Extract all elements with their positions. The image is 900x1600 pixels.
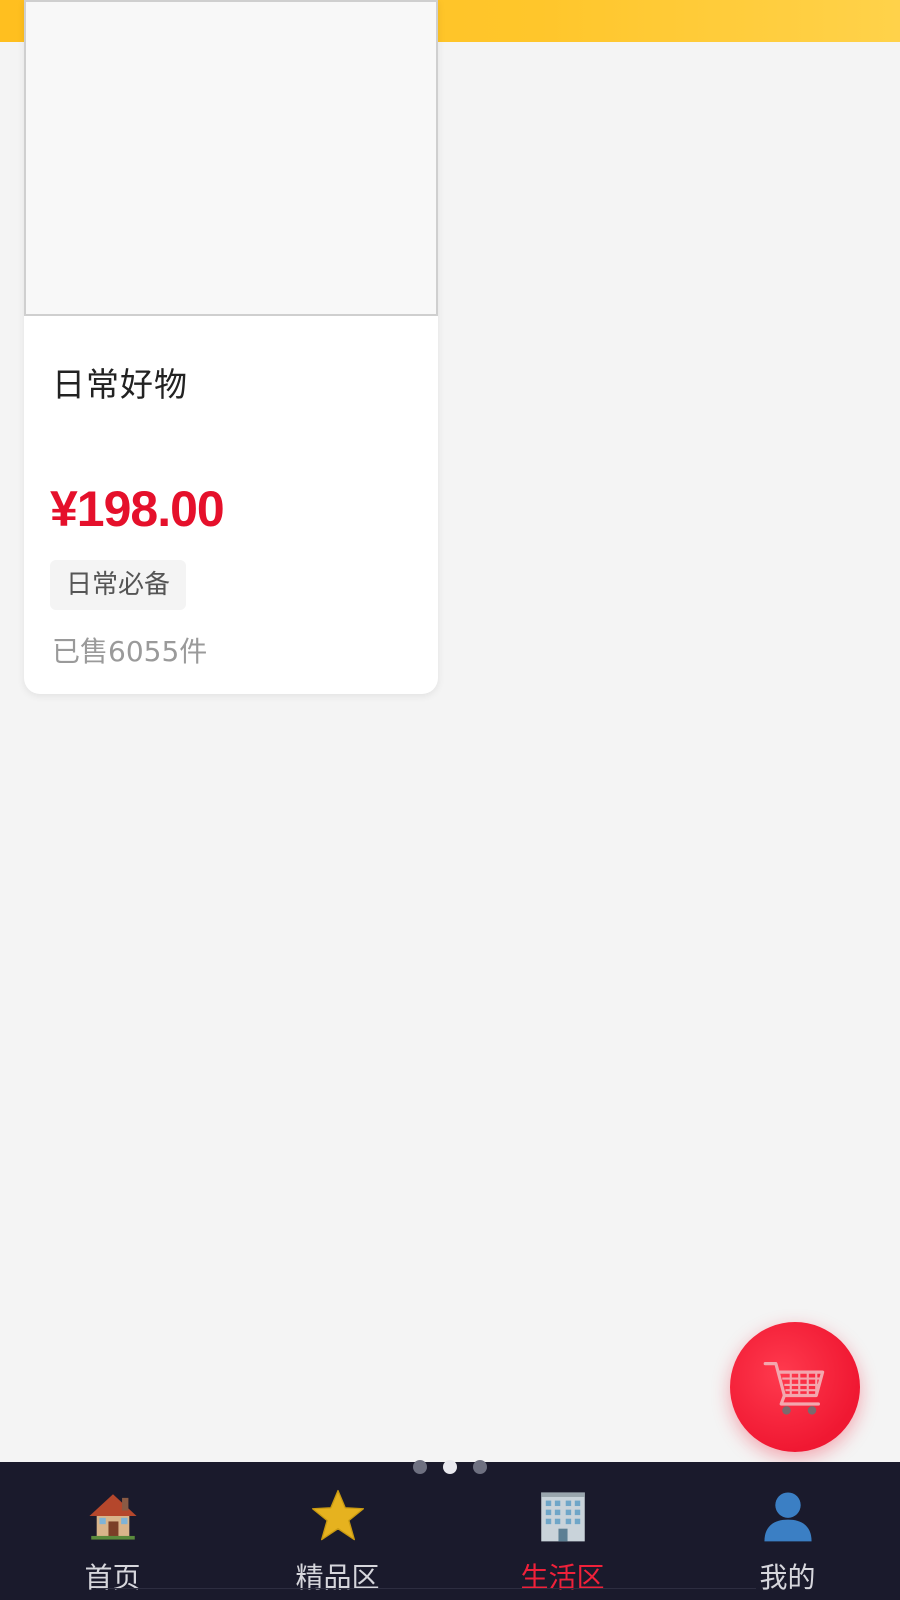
nav-item-life[interactable]: 生活区 bbox=[450, 1462, 675, 1600]
nav-item-me[interactable]: 我的 bbox=[675, 1462, 900, 1600]
product-card[interactable]: 日常好物 ¥198.00 日常必备 已售6055件 bbox=[24, 0, 438, 694]
page-dot-active[interactable] bbox=[443, 1460, 457, 1474]
product-sold-count: 已售6055件 bbox=[52, 635, 208, 668]
nav-label-me: 我的 bbox=[759, 1561, 816, 1594]
product-price: ¥198.00 bbox=[50, 481, 225, 537]
app-screen: 日常好物 ¥198.00 日常必备 已售6055件 首页 精品区 生活区 我的 bbox=[0, 0, 900, 1600]
home-indicator-strip bbox=[96, 1588, 756, 1600]
bottom-nav: 首页 精品区 生活区 我的 bbox=[0, 1462, 900, 1600]
shopping-cart-icon bbox=[763, 1362, 825, 1415]
product-tag: 日常必备 bbox=[50, 560, 187, 610]
house-icon bbox=[83, 1486, 143, 1546]
page-dot[interactable] bbox=[413, 1460, 427, 1474]
user-icon bbox=[758, 1486, 818, 1546]
nav-item-home[interactable]: 首页 bbox=[0, 1462, 225, 1600]
page-indicator bbox=[0, 1460, 900, 1476]
star-icon bbox=[308, 1486, 368, 1546]
building-icon bbox=[533, 1486, 593, 1546]
page-dot[interactable] bbox=[473, 1460, 487, 1474]
product-image[interactable] bbox=[24, 0, 438, 316]
cart-button[interactable] bbox=[730, 1322, 860, 1452]
product-title: 日常好物 bbox=[52, 365, 188, 404]
nav-item-premium[interactable]: 精品区 bbox=[225, 1462, 450, 1600]
